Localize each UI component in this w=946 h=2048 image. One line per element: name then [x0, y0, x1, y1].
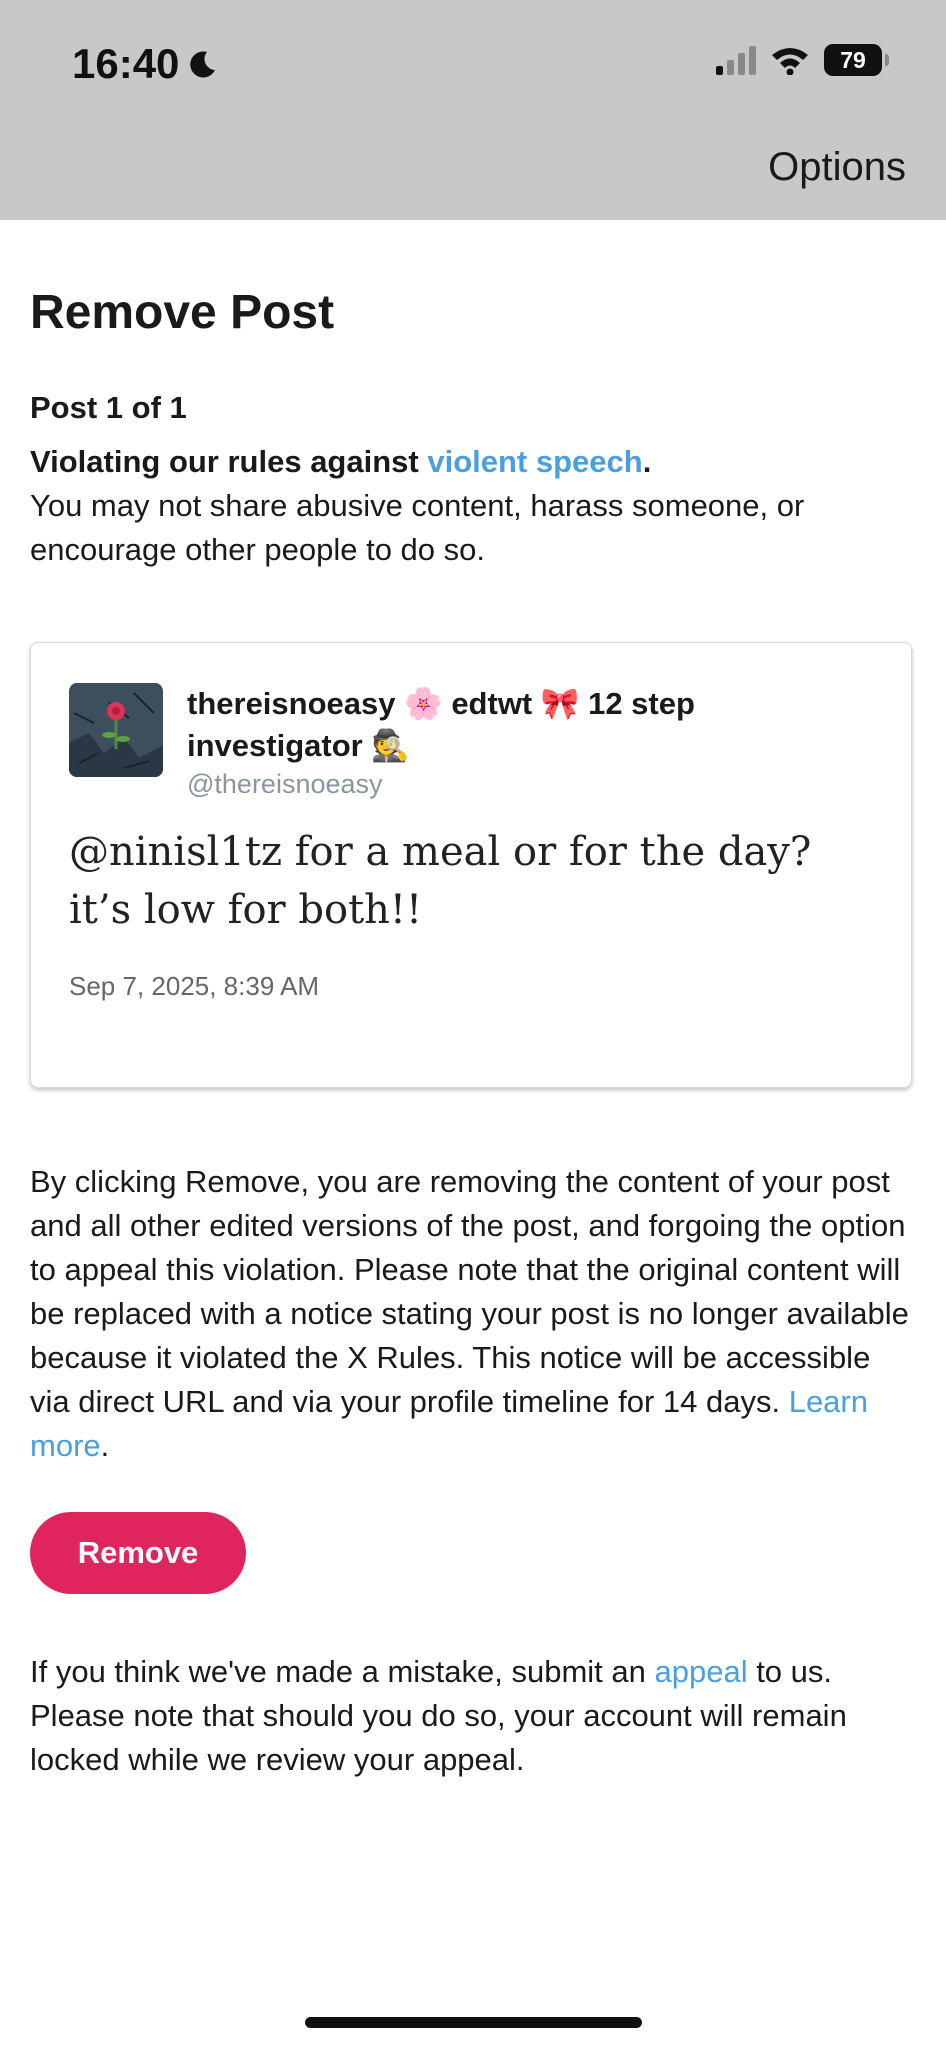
notice-end: . — [100, 1427, 110, 1463]
options-button[interactable]: Options — [768, 145, 906, 190]
post-author: thereisnoeasy 🌸 edtwt 🎀 12 step investig… — [187, 683, 877, 800]
status-time: 16:40 — [72, 40, 219, 88]
post-card: thereisnoeasy 🌸 edtwt 🎀 12 step investig… — [30, 641, 912, 1088]
appeal-info: If you think we've made a mistake, submi… — [30, 1650, 916, 1782]
battery-indicator: 79 — [824, 44, 889, 76]
wifi-icon — [772, 48, 808, 75]
remove-button[interactable]: Remove — [30, 1511, 246, 1594]
violation-heading: Violating our rules against violent spee… — [30, 444, 651, 479]
author-handle: @thereisnoeasy — [187, 768, 383, 799]
post-date: Sep 7, 2025, 8:39 AM — [69, 970, 320, 1001]
remove-notice: By clicking Remove, you are removing the… — [30, 1160, 916, 1468]
home-indicator[interactable] — [305, 2017, 642, 2028]
moon-icon — [190, 51, 216, 78]
violation-info: Violating our rules against violent spee… — [30, 440, 916, 572]
cellular-signal-icon — [716, 45, 756, 75]
page-title: Remove Post — [30, 286, 335, 339]
violation-description: You may not share abusive content, haras… — [30, 487, 805, 567]
violation-suffix: . — [642, 443, 652, 479]
notice-text: By clicking Remove, you are removing the… — [30, 1163, 909, 1419]
status-icons: 79 — [716, 44, 889, 76]
avatar — [69, 682, 163, 777]
appeal-link[interactable]: appeal — [654, 1654, 747, 1689]
battery-level: 79 — [840, 46, 866, 73]
avatar-image — [69, 682, 163, 777]
author-name: thereisnoeasy 🌸 edtwt 🎀 12 step investig… — [187, 685, 695, 763]
time-text: 16:40 — [72, 40, 180, 87]
post-count: Post 1 of 1 — [30, 389, 187, 425]
post-text: @ninisl1tz for a meal or for the day? it… — [69, 828, 812, 933]
status-bar: 16:40 79 Options — [0, 0, 946, 220]
remove-post-page: Remove Post Post 1 of 1 Violating our ru… — [30, 220, 916, 1782]
violation-prefix: Violating our rules against — [30, 443, 428, 479]
appeal-prefix: If you think we've made a mistake, submi… — [30, 1653, 655, 1689]
violent-speech-link[interactable]: violent speech — [427, 444, 642, 479]
